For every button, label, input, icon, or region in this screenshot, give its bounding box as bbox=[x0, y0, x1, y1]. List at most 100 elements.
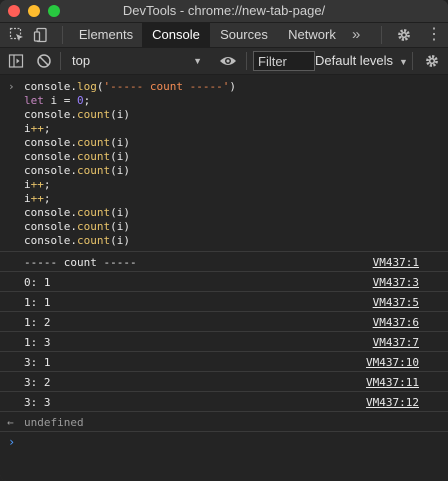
sidebar-toggle-icon[interactable] bbox=[8, 53, 24, 69]
code-token: let bbox=[24, 94, 44, 107]
return-arrow-icon: ← bbox=[7, 416, 14, 429]
tab-console[interactable]: Console bbox=[142, 23, 210, 47]
code-token: (i) bbox=[110, 150, 130, 163]
code-token: ++ bbox=[30, 178, 44, 191]
toolbar-divider bbox=[60, 52, 61, 70]
code-token: count bbox=[76, 206, 111, 219]
devtools-window: DevTools - chrome://new-tab-page/ Elemen… bbox=[0, 0, 448, 481]
log-source-link[interactable]: VM437:5 bbox=[373, 296, 419, 310]
code-token: ; bbox=[43, 192, 51, 205]
result-row: ← undefined bbox=[0, 411, 448, 432]
code-line: console.count(i) bbox=[24, 136, 130, 150]
inspect-element-icon[interactable] bbox=[9, 27, 25, 43]
log-row: ----- count ----- VM437:1 bbox=[0, 251, 448, 272]
log-message: 3: 2 bbox=[24, 376, 51, 389]
log-source-link[interactable]: VM437:10 bbox=[366, 356, 419, 370]
window-title: DevTools - chrome://new-tab-page/ bbox=[122, 3, 326, 18]
log-message: 3: 1 bbox=[24, 356, 51, 369]
code-token: count bbox=[76, 136, 111, 149]
console-settings-gear-icon[interactable] bbox=[424, 53, 440, 69]
code-line: i++; bbox=[24, 122, 51, 136]
code-token: console. bbox=[24, 220, 77, 233]
result-value[interactable]: undefined bbox=[24, 416, 84, 430]
code-token: ; bbox=[43, 178, 51, 191]
log-row: 3: 3 VM437:12 bbox=[0, 391, 448, 412]
log-message: 3: 3 bbox=[24, 396, 51, 409]
filter-input[interactable] bbox=[253, 51, 315, 71]
toolbar-divider bbox=[381, 26, 382, 44]
log-row: 1: 2 VM437:6 bbox=[0, 311, 448, 332]
code-line: console.count(i) bbox=[24, 164, 130, 178]
code-line: console.count(i) bbox=[24, 108, 130, 122]
log-row: 1: 1 VM437:5 bbox=[0, 291, 448, 312]
tab-elements[interactable]: Elements bbox=[70, 23, 142, 47]
settings-gear-icon[interactable] bbox=[396, 27, 412, 43]
code-line: i++; bbox=[24, 192, 51, 206]
device-toolbar-icon[interactable] bbox=[33, 27, 49, 43]
code-line: console.count(i) bbox=[24, 150, 130, 164]
log-levels-dropdown[interactable]: Default levels ▼ bbox=[315, 51, 408, 71]
log-message: 1: 3 bbox=[24, 336, 51, 349]
code-token: console. bbox=[24, 164, 77, 177]
code-line: console.count(i) bbox=[24, 206, 130, 220]
log-source-link[interactable]: VM437:6 bbox=[373, 316, 419, 330]
code-token: console. bbox=[24, 136, 77, 149]
log-source-link[interactable]: VM437:11 bbox=[366, 376, 419, 390]
code-token: count bbox=[76, 234, 111, 247]
log-source-link[interactable]: VM437:7 bbox=[373, 336, 419, 350]
log-source-link[interactable]: VM437:1 bbox=[373, 256, 419, 270]
console-toolbar: top ▼ Default levels ▼ bbox=[0, 48, 448, 75]
tab-network[interactable]: Network bbox=[280, 23, 344, 47]
code-token: console. bbox=[24, 108, 77, 121]
devtools-tab-bar: Elements Console Sources Network » ⋮ bbox=[0, 23, 448, 48]
code-line: console.count(i) bbox=[24, 234, 130, 248]
execution-context-select[interactable]: top ▼ bbox=[66, 51, 206, 71]
code-token: log bbox=[76, 80, 97, 93]
log-source-link[interactable]: VM437:12 bbox=[366, 396, 419, 410]
more-tabs-button[interactable]: » bbox=[352, 23, 360, 47]
toolbar-divider bbox=[412, 52, 413, 70]
customize-menu-icon[interactable]: ⋮ bbox=[426, 25, 442, 45]
log-message: 1: 1 bbox=[24, 296, 51, 309]
code-token: ; bbox=[83, 94, 91, 107]
log-source-link[interactable]: VM437:3 bbox=[373, 276, 419, 290]
title-bar: DevTools - chrome://new-tab-page/ bbox=[0, 0, 448, 23]
log-levels-label: Default levels bbox=[315, 53, 394, 68]
code-line: i++; bbox=[24, 178, 51, 192]
code-token: 0 bbox=[77, 94, 84, 107]
toolbar-divider bbox=[62, 26, 63, 44]
code-line: console.count(i) bbox=[24, 220, 130, 234]
chevron-down-icon: ▼ bbox=[399, 57, 408, 67]
console-panel[interactable]: › console.log('----- count -----') let i … bbox=[0, 75, 448, 481]
prompt-caret-icon: › bbox=[8, 435, 16, 449]
code-token: ) bbox=[229, 80, 236, 93]
code-token: console. bbox=[24, 80, 77, 93]
chevron-down-icon: ▼ bbox=[193, 56, 202, 66]
code-token: (i) bbox=[110, 136, 130, 149]
code-token: count bbox=[76, 164, 111, 177]
code-token: console. bbox=[24, 150, 77, 163]
execution-context-value: top bbox=[72, 53, 91, 68]
code-token: count bbox=[76, 220, 111, 233]
log-message: 1: 2 bbox=[24, 316, 51, 329]
live-expression-eye-icon[interactable] bbox=[219, 53, 236, 69]
code-token: (i) bbox=[110, 206, 130, 219]
log-row: 3: 2 VM437:11 bbox=[0, 371, 448, 392]
code-token: console. bbox=[24, 234, 77, 247]
code-token: i bbox=[24, 192, 31, 205]
code-token: ++ bbox=[30, 122, 44, 135]
code-token: '----- count -----' bbox=[103, 80, 230, 93]
code-token: i = bbox=[43, 94, 77, 107]
code-token: (i) bbox=[110, 220, 130, 233]
console-prompt[interactable]: › bbox=[0, 431, 448, 452]
clear-console-icon[interactable] bbox=[36, 53, 52, 69]
tab-sources[interactable]: Sources bbox=[212, 23, 276, 47]
toolbar-divider bbox=[246, 52, 247, 70]
code-token: i bbox=[24, 178, 31, 191]
code-token: (i) bbox=[110, 108, 130, 121]
log-row: 3: 1 VM437:10 bbox=[0, 351, 448, 372]
code-token: ; bbox=[43, 122, 51, 135]
log-message: ----- count ----- bbox=[24, 256, 137, 269]
log-row: 1: 3 VM437:7 bbox=[0, 331, 448, 352]
code-token: console. bbox=[24, 206, 77, 219]
